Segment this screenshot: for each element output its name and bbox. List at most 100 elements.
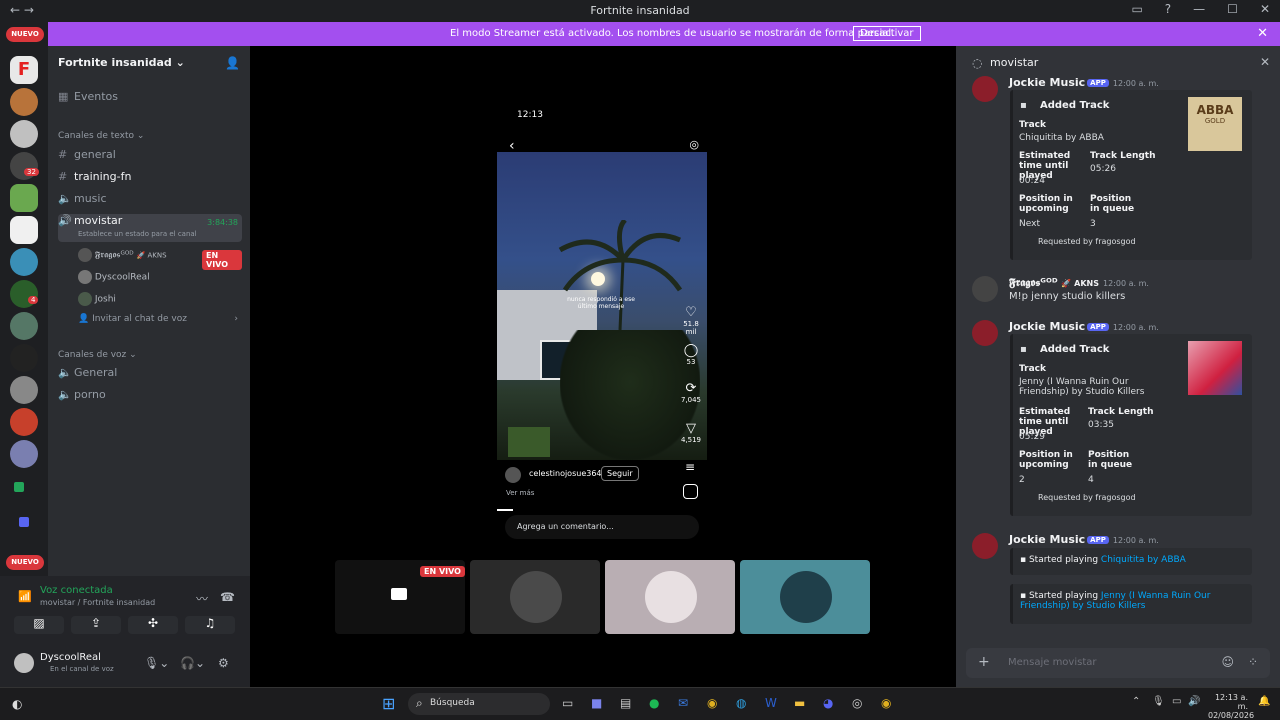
noise-suppression-icon[interactable]: 〰	[196, 590, 208, 607]
plus-icon[interactable]: +	[978, 654, 990, 670]
server-icon[interactable]	[10, 376, 38, 404]
add-server-icon[interactable]	[14, 482, 24, 492]
task-view-icon[interactable]: ▭	[562, 696, 573, 710]
settings-gear-icon[interactable]: ⚙	[218, 656, 229, 670]
participant-tile-stream[interactable]: EN VIVO	[335, 560, 465, 634]
minimize-button[interactable]: —	[1193, 2, 1205, 16]
album-art[interactable]	[1188, 341, 1242, 395]
inbox-icon[interactable]: ▭	[1131, 2, 1142, 16]
teams-icon[interactable]: ■	[591, 696, 602, 710]
notification-bell-icon[interactable]: 🔔	[1258, 696, 1270, 707]
spotify-icon[interactable]: ●	[649, 696, 659, 710]
share-button[interactable]: ▽ 4,519	[678, 421, 704, 444]
server-icon[interactable]	[10, 248, 38, 276]
soundboard-button[interactable]: ♫	[185, 616, 235, 634]
weather-icon[interactable]: ◐	[12, 697, 22, 711]
voice-member[interactable]: DyscoolReal	[78, 270, 242, 290]
help-icon[interactable]: ?	[1165, 2, 1171, 16]
sound-icon[interactable]	[683, 484, 698, 499]
mail-icon[interactable]: ✉	[678, 696, 688, 710]
folder-icon[interactable]	[19, 517, 29, 527]
apps-icon[interactable]: ⁘	[1248, 655, 1258, 669]
mic-icon[interactable]: 🎙⌄	[144, 656, 169, 670]
creator-avatar[interactable]	[505, 467, 521, 483]
server-icon[interactable]	[10, 408, 38, 436]
participant-tile[interactable]	[470, 560, 600, 634]
volume-icon[interactable]: 🔊	[1188, 696, 1200, 707]
channel-music[interactable]: 🔈 music	[58, 192, 242, 212]
camera-icon[interactable]: ◎	[689, 138, 699, 151]
participant-tile[interactable]	[740, 560, 870, 634]
network-icon[interactable]: ▭	[1172, 696, 1181, 707]
message-author[interactable]: Jockie Music APP 12:00 a. m.	[1009, 320, 1159, 333]
tray-chevron-icon[interactable]: ⌃	[1132, 696, 1140, 707]
deactivate-button[interactable]: Desactivar	[853, 26, 921, 41]
voice-location[interactable]: movistar / Fortnite insanidad	[40, 598, 155, 607]
server-name[interactable]: Fortnite insanidad ⌄	[58, 56, 185, 69]
user-avatar[interactable]	[14, 653, 34, 673]
comment-input[interactable]: Agrega un comentario...	[505, 515, 699, 539]
comment-button[interactable]: ◯ 53	[678, 343, 704, 366]
events-item[interactable]: ▦ Eventos	[58, 90, 242, 110]
server-icon[interactable]	[10, 120, 38, 148]
avatar[interactable]	[972, 533, 998, 559]
avatar[interactable]	[972, 320, 998, 346]
obs-icon[interactable]: ◎	[852, 696, 862, 710]
participant-tile[interactable]	[605, 560, 735, 634]
activities-button[interactable]: ✣	[128, 616, 178, 634]
maximize-button[interactable]: ☐	[1227, 2, 1238, 16]
user-name[interactable]: DyscoolReal	[40, 652, 101, 663]
voice-status[interactable]: Voz conectada	[40, 585, 113, 596]
folder-icon[interactable]: ▬	[794, 696, 805, 710]
server-icon[interactable]	[10, 88, 38, 116]
mic-tray-icon[interactable]: 🎙	[1152, 696, 1165, 707]
camera-button[interactable]: ▨	[14, 616, 64, 634]
close-banner-icon[interactable]: ✕	[1257, 26, 1268, 41]
repost-button[interactable]: ⟳ 7,045	[678, 381, 704, 404]
server-icon[interactable]	[10, 344, 38, 372]
windows-start-icon[interactable]: ⊞	[382, 694, 395, 713]
clock[interactable]: 12:13 a. m. 02/08/2026	[1208, 693, 1254, 720]
server-icon-active[interactable]	[10, 216, 38, 244]
server-icon[interactable]	[10, 312, 38, 340]
emoji-icon[interactable]: ☺	[1221, 655, 1234, 669]
headphones-icon[interactable]: 🎧⌄	[180, 656, 205, 670]
channel-status[interactable]: Establece un estado para el canal	[78, 230, 197, 238]
invite-voice-chat[interactable]: 👤 Invitar al chat de voz ›	[78, 314, 242, 334]
creator-username[interactable]: celestinojosue364	[529, 469, 602, 478]
message-author[interactable]: Jockie Music APP 12:00 a. m.	[1009, 76, 1159, 89]
close-chat-icon[interactable]: ✕	[1260, 55, 1270, 69]
voice-channel-porno[interactable]: 🔈 porno	[58, 388, 242, 408]
avatar[interactable]	[972, 276, 998, 302]
follow-button[interactable]: Seguir	[601, 466, 639, 481]
message-author[interactable]: Jockie Music APP 12:00 a. m.	[1009, 533, 1159, 546]
word-icon[interactable]: W	[765, 696, 777, 710]
voice-channel-general[interactable]: 🔈 General	[58, 366, 242, 386]
taskbar-search[interactable]: ⌕ Búsqueda	[408, 693, 550, 715]
chrome-icon[interactable]: ◉	[881, 696, 891, 710]
disconnect-icon[interactable]: ☎	[220, 590, 235, 604]
text-category[interactable]: Canales de texto ⌄	[58, 131, 144, 141]
voice-member[interactable]: 𝕱𝖗𝖆𝖌𝖔𝖘ᴳᴼᴰ 🚀 AKNS EN VIVO	[78, 248, 242, 270]
message-author[interactable]: 𝕱𝖗𝖆𝖌𝖔𝖘ᴳᴼᴰ 🚀 AKNS 12:00 a. m.	[1009, 276, 1149, 290]
album-art[interactable]: ABBA GOLD	[1188, 97, 1242, 151]
like-button[interactable]: ♡ 51.8 mil	[678, 305, 704, 336]
channel-training-fn[interactable]: # training-fn	[58, 170, 242, 190]
channel-general[interactable]: # general	[58, 148, 242, 168]
voice-category[interactable]: Canales de voz ⌄	[58, 350, 137, 360]
server-icon[interactable]	[10, 440, 38, 468]
track-link[interactable]: Chiquitita by ABBA	[1019, 133, 1104, 143]
avatar[interactable]	[972, 76, 998, 102]
menu-icon[interactable]: ≡	[685, 460, 695, 474]
add-member-icon[interactable]: 👤	[225, 56, 240, 70]
discord-icon[interactable]: ◕	[823, 696, 833, 710]
edge-icon[interactable]: ◍	[736, 696, 746, 710]
screen-share-button[interactable]: ⇪	[71, 616, 121, 634]
server-icon-fortnite[interactable]: F	[10, 56, 38, 84]
chrome-icon[interactable]: ◉	[707, 696, 717, 710]
close-window-button[interactable]: ✕	[1260, 2, 1270, 16]
message-input[interactable]: + Mensaje movistar ☺ ⁘	[966, 648, 1270, 678]
store-icon[interactable]: ▤	[620, 696, 631, 710]
voice-member[interactable]: Joshi	[78, 292, 242, 312]
server-icon[interactable]	[10, 184, 38, 212]
